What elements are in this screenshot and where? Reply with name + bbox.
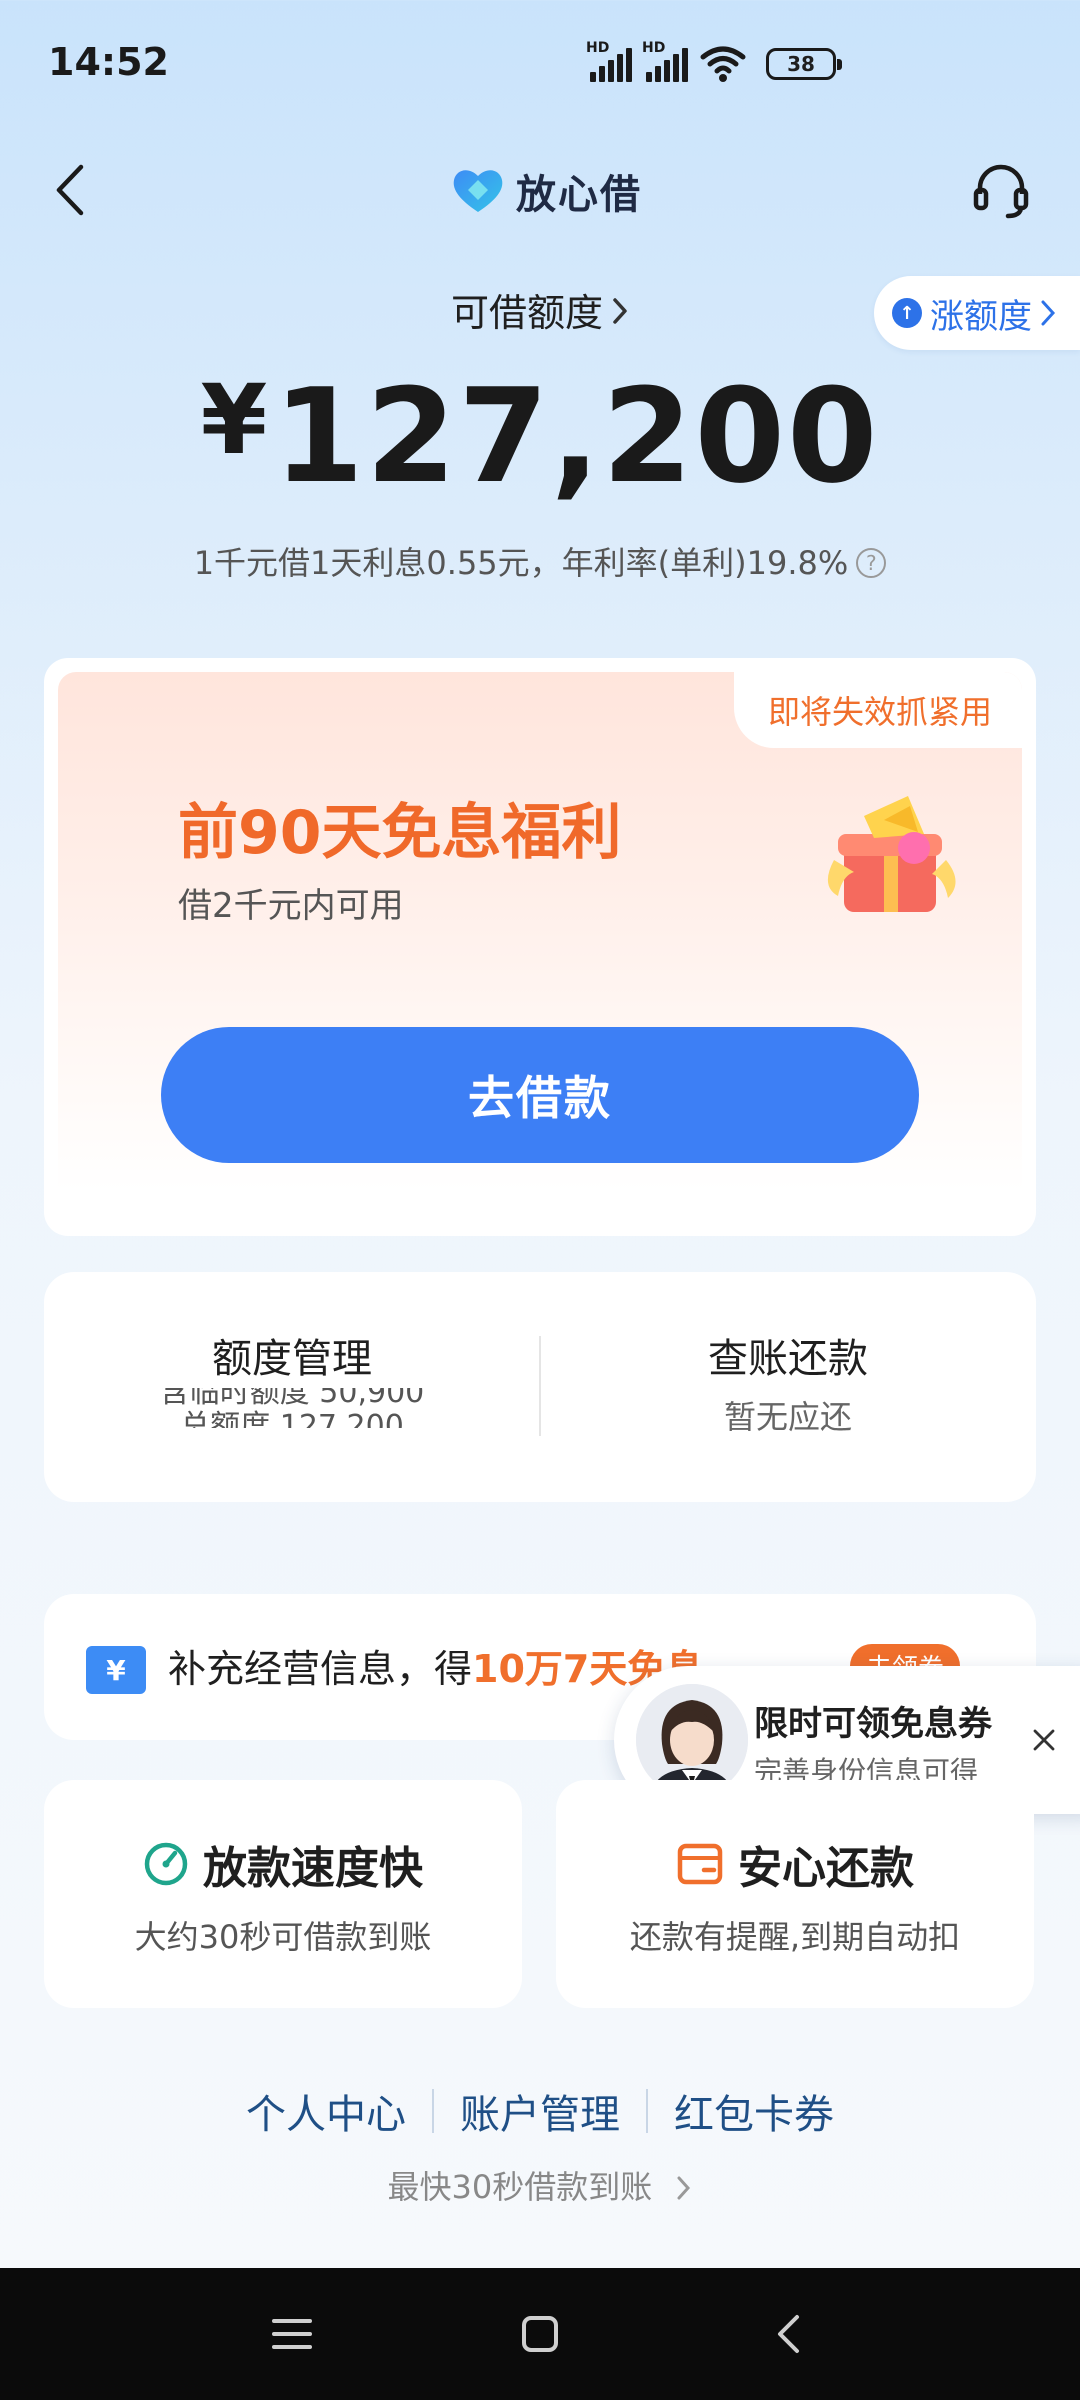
- app-title: 放心借: [516, 172, 642, 218]
- expiring-tag: 即将失效抓紧用: [733, 672, 1022, 748]
- feature-subtitle: 大约30秒可借款到账: [134, 1918, 432, 1956]
- wallet-card-icon: [677, 1843, 723, 1885]
- raise-limit-button[interactable]: ↑ 涨额度: [874, 276, 1080, 350]
- quota-card: 额度管理 含临时额度 50,900 总额度 127,200 查账还款 暂无应还: [44, 1272, 1036, 1502]
- feature-title: 安心还款: [738, 1843, 914, 1894]
- credit-amount: ¥127,200: [200, 360, 880, 512]
- home-button[interactable]: [510, 2304, 570, 2364]
- feature-title: 放款速度快: [203, 1843, 423, 1894]
- chevron-right-icon: [611, 291, 629, 335]
- system-back-button[interactable]: [758, 2304, 818, 2364]
- promo-subtitle: 借2千元内可用: [178, 886, 404, 926]
- raise-up-icon: ↑: [892, 298, 922, 328]
- status-bar: 14:52 HD HD 38: [0, 0, 1080, 120]
- chevron-right-icon: [1041, 300, 1056, 326]
- back-triangle-icon: [778, 2315, 799, 2353]
- bill-repayment-title: 查账还款: [708, 1336, 868, 1382]
- rate-info: 1千元借1天利息0.55元，年利率(单利)19.8%?: [0, 538, 1080, 584]
- popup-title: 限时可领免息券: [754, 1704, 992, 1744]
- signal-icon: HD: [586, 40, 632, 82]
- borrow-button[interactable]: 去借款: [161, 1027, 919, 1163]
- link-account-management[interactable]: 账户管理: [434, 2082, 646, 2140]
- headset-icon: [973, 164, 1029, 219]
- yen-ticket-icon: ¥: [86, 1646, 146, 1694]
- brand: 放心借: [450, 162, 642, 220]
- popup-close-button[interactable]: [1022, 1718, 1066, 1762]
- nav-bar: 放心借: [0, 140, 1080, 240]
- footer-note[interactable]: 最快30秒借款到账: [0, 2162, 1080, 2208]
- close-icon: [1033, 1729, 1055, 1751]
- chevron-left-icon: [56, 164, 84, 216]
- link-coupons[interactable]: 红包卡券: [648, 2082, 860, 2140]
- battery-icon: 38: [766, 48, 842, 80]
- bill-repayment-status: 暂无应还: [723, 1398, 852, 1436]
- wifi-icon: [700, 46, 746, 82]
- chevron-right-icon: [677, 2176, 691, 2200]
- promo-title: 前90天免息福利: [178, 798, 622, 868]
- speed-gauge-icon: [144, 1842, 188, 1886]
- feature-subtitle: 还款有提醒,到期自动扣: [629, 1918, 961, 1956]
- bill-repayment[interactable]: 查账还款 暂无应还: [540, 1272, 1036, 1502]
- menu-button[interactable]: [262, 2304, 322, 2364]
- business-info-text: 补充经营信息，得10万7天免息: [168, 1647, 704, 1691]
- footer-links: 个人中心 账户管理 红包卡券: [0, 2082, 1080, 2140]
- feature-card-fast-loan: 放款速度快 大约30秒可借款到账: [44, 1780, 522, 2008]
- link-personal-center[interactable]: 个人中心: [220, 2082, 432, 2140]
- help-icon[interactable]: ?: [856, 548, 887, 578]
- quota-management[interactable]: 额度管理 含临时额度 50,900 总额度 127,200: [44, 1272, 540, 1502]
- quota-management-title: 额度管理: [212, 1336, 372, 1382]
- feature-card-safe-repay: 安心还款 还款有提醒,到期自动扣: [556, 1780, 1034, 2008]
- back-button[interactable]: [40, 160, 100, 220]
- heart-logo-icon: [453, 170, 503, 212]
- menu-icon: [272, 2319, 312, 2349]
- quota-ticker: 含临时额度 50,900 总额度 127,200: [159, 1388, 425, 1428]
- system-nav-bar: [0, 2268, 1080, 2400]
- status-icons: HD HD 38: [586, 40, 842, 88]
- signal-icon: HD: [642, 40, 688, 82]
- customer-service-button[interactable]: [966, 156, 1036, 226]
- home-square-icon: [522, 2316, 558, 2352]
- gift-box-icon: [827, 796, 956, 912]
- status-time: 14:52: [48, 40, 169, 84]
